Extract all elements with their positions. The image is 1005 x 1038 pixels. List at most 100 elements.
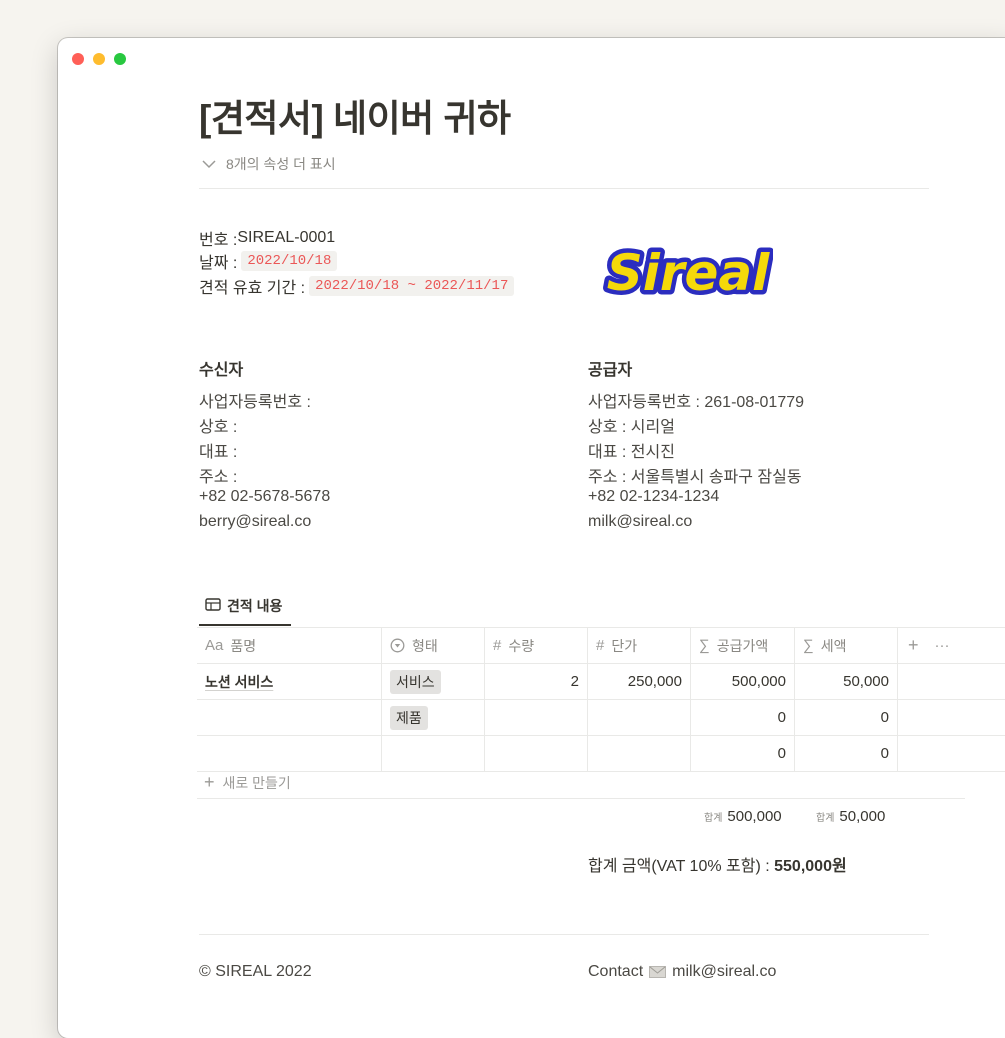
quote-number-label: 번호 : [199,232,238,249]
column-header-label: 단가 [611,637,638,654]
supply-sum-value: 500,000 [727,808,782,825]
column-header-type[interactable]: 형태 [382,628,485,663]
cell-unit-price[interactable] [588,736,691,771]
column-header-label: 세액 [820,637,847,654]
supplier-line: 대표 : 전시진 [588,444,675,461]
number-property-icon: # [493,637,502,654]
more-options-icon[interactable]: ··· [935,637,950,654]
footer-copyright: © SIREAL 2022 [199,963,312,980]
sum-label: 합계 [816,813,835,824]
supplier-email[interactable]: milk@sireal.co [588,513,692,531]
close-window-button[interactable] [72,53,84,65]
supplier-line: 사업자등록번호 : 261-08-01779 [588,394,805,411]
recipient-email[interactable]: berry@sireal.co [199,513,311,531]
maximize-window-button[interactable] [114,53,126,65]
tax-sum: 합계 50,000 [816,808,885,825]
formula-property-icon: ∑ [803,637,814,654]
item-name[interactable]: 노션 서비스 [205,672,273,692]
cell-unit-price[interactable]: 250,000 [588,664,691,699]
grand-total-value: 550,000원 [774,858,847,875]
supplier-heading: 공급자 [588,362,633,379]
column-header-name[interactable]: Aa 품명 [197,628,382,663]
quote-validity: 견적 유효 기간 : 2022/10/18 ~ 2022/11/17 [199,274,515,298]
grand-total: 합계 금액(VAT 10% 포함) : 550,000원 [588,852,847,876]
sum-label: 합계 [704,813,723,824]
type-tag: 제품 [390,705,428,730]
table-header-row: Aa 품명 형태 # 수량 # 단가 ∑ 공급가액 ∑ 세액 + ··· [197,627,1005,664]
column-header-label: 품명 [230,637,257,654]
cell-supply-amount[interactable]: 0 [691,700,795,735]
recipient-line: 대표 : [199,444,238,461]
show-properties-label: 8개의 속성 더 표시 [226,156,336,172]
sireal-logo: Sireal [603,240,773,307]
quote-date: 날짜 : 2022/10/18 [199,249,338,273]
new-row-button[interactable]: + 새로 만들기 [204,772,291,793]
cell-qty[interactable]: 2 [485,664,588,699]
quote-date-value: 2022/10/18 [241,251,338,271]
formula-property-icon: ∑ [699,637,710,654]
quote-validity-value: 2022/10/18 ~ 2022/11/17 [309,276,515,296]
column-header-actions: + ··· [898,628,1005,663]
cell-unit-price[interactable] [588,700,691,735]
column-header-qty[interactable]: # 수량 [485,628,588,663]
tab-label: 견적 내용 [227,598,283,614]
chevron-down-icon [202,159,216,168]
recipient-line: 상호 : [199,419,238,436]
quote-date-label: 날짜 : [199,255,238,272]
new-row-label: 새로 만들기 [222,774,291,791]
text-property-icon: Aa [205,637,224,654]
cell-qty[interactable] [485,736,588,771]
contact-email[interactable]: milk@sireal.co [672,963,776,981]
supply-sum: 합계 500,000 [704,808,782,825]
page-title[interactable]: [견적서] 네이버 귀하 [199,88,511,142]
grand-total-label: 합계 금액(VAT 10% 포함) : [588,858,775,875]
minimize-window-button[interactable] [93,53,105,65]
table-row[interactable]: 제품 0 0 [197,700,1005,736]
cell-empty [898,664,1005,699]
divider [199,188,929,189]
show-properties-toggle[interactable]: 8개의 속성 더 표시 [202,154,336,174]
table-icon [205,598,221,611]
cell-name[interactable] [197,736,382,771]
contact-label: Contact [588,963,644,980]
quote-items-table: Aa 품명 형태 # 수량 # 단가 ∑ 공급가액 ∑ 세액 + ··· 노션 … [197,627,1005,772]
quote-validity-label: 견적 유효 기간 : [199,280,306,297]
supplier-line: 주소 : 서울특별시 송파구 잠실동 [588,469,802,486]
column-header-unit-price[interactable]: # 단가 [588,628,691,663]
table-bottom-border [197,798,965,799]
quote-number-value: SIREAL-0001 [237,229,336,246]
table-row[interactable]: 노션 서비스 서비스 2 250,000 500,000 50,000 [197,664,1005,700]
supplier-line: 상호 : 시리얼 [588,419,675,436]
column-header-label: 수량 [508,637,535,654]
column-header-supply-amount[interactable]: ∑ 공급가액 [691,628,795,663]
add-property-button[interactable]: + [908,635,919,656]
cell-tax[interactable]: 0 [795,736,898,771]
column-header-label: 공급가액 [716,637,769,654]
cell-supply-amount[interactable]: 0 [691,736,795,771]
logo-text: Sireal [607,244,770,302]
table-row[interactable]: 0 0 [197,736,1005,772]
select-property-icon [390,638,405,653]
footer-divider [199,934,929,935]
cell-name[interactable]: 노션 서비스 [197,664,382,699]
recipient-phone: +82 02-5678-5678 [199,488,331,505]
cell-name[interactable] [197,700,382,735]
cell-type[interactable]: 서비스 [382,664,485,699]
tab-quote-items[interactable]: 견적 내용 [199,596,291,626]
cell-qty[interactable] [485,700,588,735]
column-header-tax[interactable]: ∑ 세액 [795,628,898,663]
type-tag: 서비스 [390,669,441,694]
window-controls [72,53,126,65]
supplier-phone: +82 02-1234-1234 [588,488,720,505]
cell-supply-amount[interactable]: 500,000 [691,664,795,699]
recipient-line: 사업자등록번호 : [199,394,311,411]
column-header-label: 형태 [412,637,438,654]
quote-number: 번호 : SIREAL-0001 [199,226,335,250]
cell-type[interactable] [382,736,485,771]
cell-type[interactable]: 제품 [382,700,485,735]
cell-tax[interactable]: 0 [795,700,898,735]
cell-empty [898,700,1005,735]
cell-tax[interactable]: 50,000 [795,664,898,699]
footer-contact: Contact milk@sireal.co [588,963,776,981]
envelope-icon [649,966,667,978]
